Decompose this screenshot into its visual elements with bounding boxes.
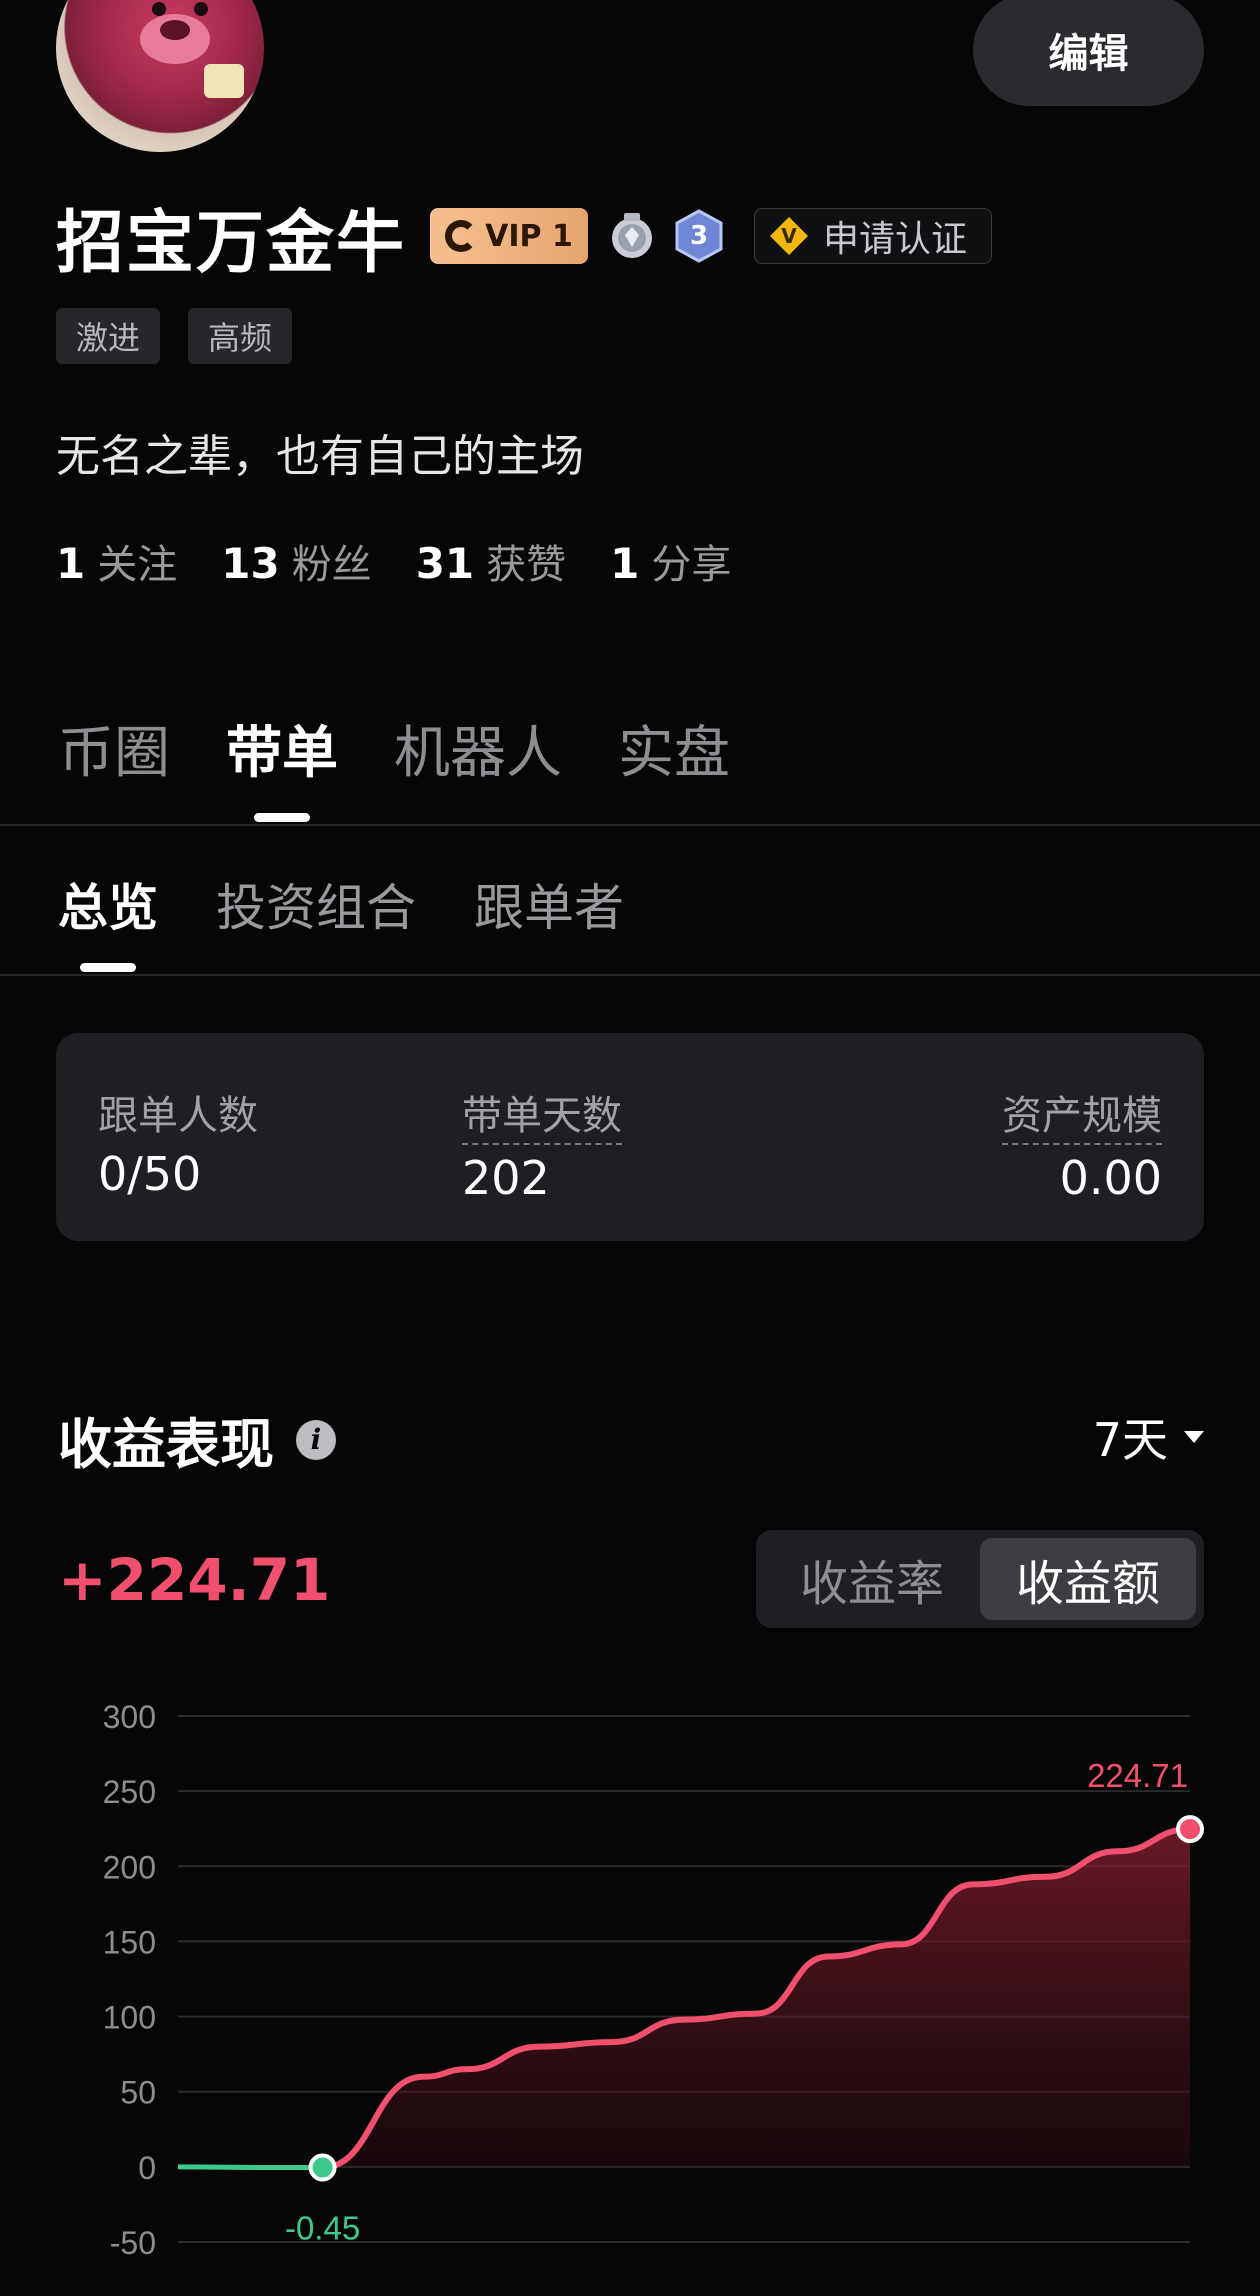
verify-button[interactable]: V 申请认证: [754, 208, 993, 264]
profile-name: 招宝万金牛: [56, 203, 407, 283]
data-point: [175, 2164, 181, 2170]
days-stat[interactable]: 带单天数 202: [462, 1083, 622, 1205]
tab-crypto[interactable]: 币圈: [58, 708, 170, 788]
stat-label: 关注: [97, 542, 178, 588]
info-icon[interactable]: i: [296, 1419, 336, 1460]
followers-label: 跟单人数: [98, 1093, 258, 1139]
metric-toggle: 收益率 收益额: [756, 1530, 1204, 1628]
stat-shares[interactable]: 1 分享: [610, 532, 731, 590]
aum-stat[interactable]: 资产规模 0.00: [1002, 1083, 1162, 1205]
stat-number: 1: [610, 539, 640, 588]
tag-aggressive: 激进: [56, 308, 161, 364]
profile-stats: 1 关注 13 粉丝 31 获赞 1 分享: [56, 532, 731, 590]
level-number: 3: [689, 221, 709, 251]
tab-live[interactable]: 实盘: [618, 708, 730, 788]
profile-bio: 无名之辈，也有自己的主场: [56, 431, 584, 482]
followers-value: 0/50: [98, 1147, 202, 1201]
toggle-return-rate[interactable]: 收益率: [764, 1538, 980, 1620]
level-hex-icon[interactable]: 3: [674, 209, 724, 263]
data-point: [826, 1953, 832, 1959]
y-tick-label: 300: [103, 1699, 156, 1735]
annotated-point[interactable]: [1176, 1815, 1204, 1844]
stat-likes[interactable]: 31 获赞: [416, 532, 566, 590]
stat-label: 粉丝: [291, 542, 372, 588]
range-dropdown[interactable]: 7天: [1093, 1404, 1204, 1470]
verify-badge-letter: V: [781, 224, 797, 248]
tab-copy-trading[interactable]: 带单: [226, 708, 338, 788]
days-label: 带单天数: [462, 1083, 622, 1145]
tag-high-frequency: 高频: [188, 308, 293, 364]
toggle-return-amount[interactable]: 收益额: [980, 1538, 1196, 1620]
annotated-point[interactable]: [308, 2153, 337, 2182]
divider: [0, 974, 1260, 976]
data-point: [970, 1881, 976, 1887]
data-point: [609, 2039, 615, 2045]
aum-label: 资产规模: [1002, 1083, 1162, 1145]
profile-name-row: 招宝万金牛 VIP 1 3 V 申请认证: [56, 196, 993, 283]
main-tabs: 币圈 带单 机器人 实盘: [58, 708, 730, 788]
verify-diamond-icon: V: [769, 216, 809, 256]
y-tick-label: 0: [138, 2150, 156, 2186]
y-tick-label: 50: [120, 2075, 156, 2111]
stat-fans[interactable]: 13 粉丝: [221, 532, 371, 590]
data-label: 224.71: [1087, 1757, 1188, 1794]
divider: [0, 824, 1260, 826]
data-point: [753, 2011, 759, 2017]
profile-tags: 激进 高频: [56, 308, 293, 364]
y-tick-label: -50: [110, 2225, 156, 2261]
data-point: [464, 2066, 470, 2072]
y-tick-label: 200: [103, 1849, 156, 1885]
vip-label: VIP 1: [485, 218, 573, 254]
series-line-negative: [177, 2164, 323, 2171]
aum-value: 0.00: [1059, 1151, 1162, 1205]
stat-number: 31: [415, 539, 475, 588]
stat-label: 获赞: [486, 542, 567, 588]
stat-label: 分享: [651, 542, 732, 588]
avatar-nose: [160, 20, 190, 40]
vip-logo-icon: [445, 220, 478, 252]
pnl-chart[interactable]: 300 250 200 150 100 50 0 -50 224.71 -0.45: [0, 1660, 1260, 2296]
avatar[interactable]: [56, 0, 264, 152]
followers-stat: 跟单人数 0/50: [98, 1083, 258, 1201]
stat-number: 13: [221, 539, 280, 588]
tab-bots[interactable]: 机器人: [394, 708, 562, 788]
data-point: [898, 1941, 904, 1947]
y-tick-label: 150: [103, 1924, 156, 1960]
stat-number: 1: [56, 539, 86, 588]
y-tick-label: 100: [103, 2000, 156, 2036]
edit-profile-button[interactable]: 编辑: [973, 0, 1204, 106]
data-point: [421, 2074, 427, 2080]
y-tick-label: 250: [103, 1774, 156, 1810]
pnl-value: +224.71: [58, 1546, 331, 1614]
data-label: -0.45: [285, 2210, 360, 2247]
data-point: [536, 2044, 542, 2050]
medal-icon[interactable]: [608, 211, 656, 261]
tab-followers[interactable]: 跟单者: [474, 868, 624, 938]
verify-label: 申请认证: [823, 219, 968, 260]
performance-title: 收益表现: [58, 1413, 274, 1476]
performance-header: 收益表现 i: [58, 1400, 336, 1479]
data-point: [276, 2165, 282, 2171]
avatar-eye: [152, 2, 166, 16]
data-point: [1115, 1848, 1121, 1854]
tab-overview[interactable]: 总览: [58, 868, 158, 938]
stat-following[interactable]: 1 关注: [56, 532, 177, 590]
data-point: [681, 2017, 687, 2023]
vip-badge[interactable]: VIP 1: [430, 208, 589, 264]
tab-portfolio[interactable]: 投资组合: [216, 868, 416, 938]
caret-down-icon: [1184, 1431, 1204, 1443]
data-point: [1042, 1874, 1048, 1880]
sub-tabs: 总览 投资组合 跟单者: [58, 868, 624, 938]
range-value: 7天: [1092, 1413, 1168, 1467]
overview-card: 跟单人数 0/50 带单天数 202 资产规模 0.00: [56, 1033, 1204, 1241]
days-value: 202: [462, 1151, 550, 1205]
avatar-cake: [204, 64, 244, 98]
avatar-eye: [194, 2, 208, 16]
